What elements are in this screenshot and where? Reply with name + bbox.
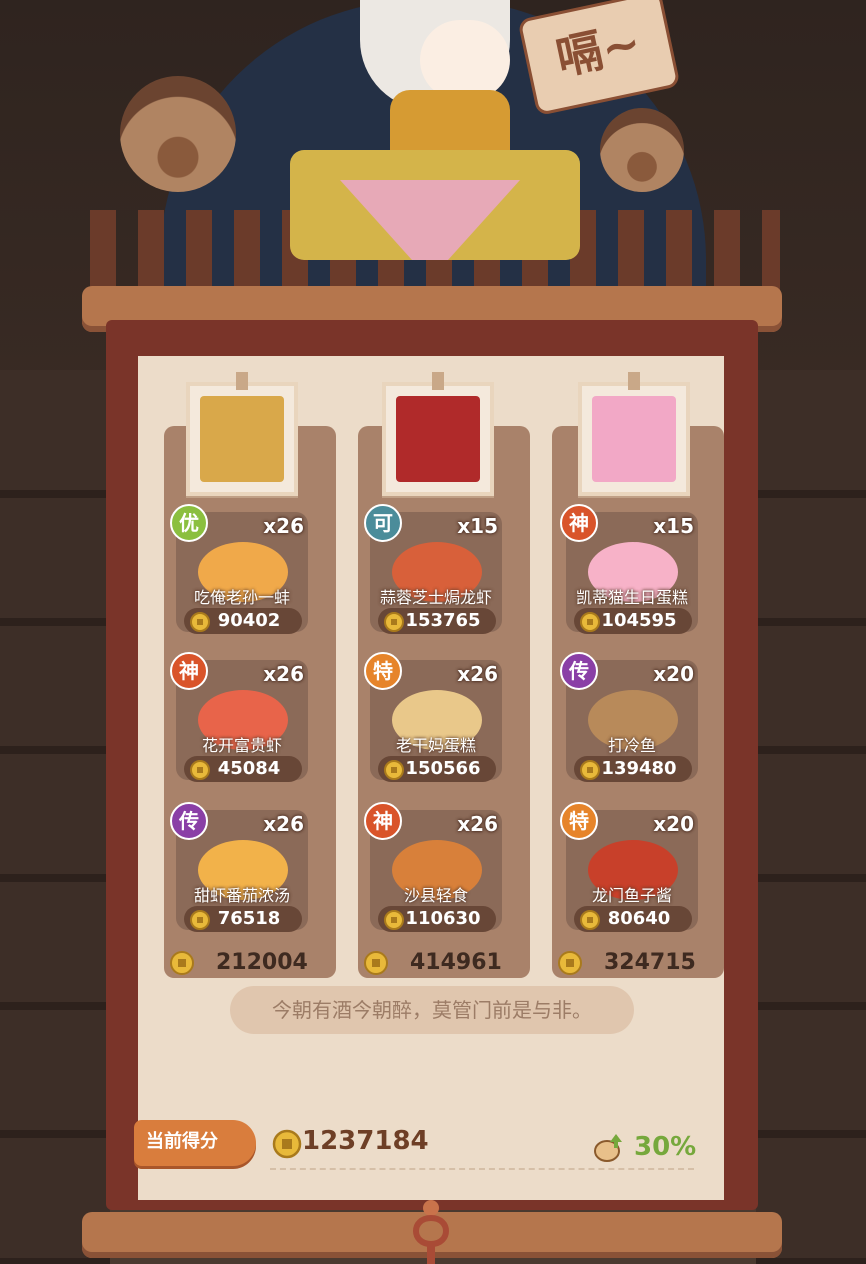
grade-badge: 神 [364,802,402,840]
dish-name: 吃俺老孙一蚌 [193,588,290,607]
dish-value: 110630 [405,908,481,929]
dish-card[interactable]: 特 x20 龙门鱼子酱 80640 [560,802,698,932]
column-total-value: 324715 [604,950,696,975]
portrait-2[interactable] [382,372,494,496]
coin-icon [272,1129,302,1159]
portrait-art [592,396,676,482]
dish-value: 150566 [405,758,481,779]
current-score-value: 1237184 [302,1126,429,1156]
coin-icon [558,951,582,975]
dish-name: 蒜蓉芝士焗龙虾 [379,588,492,607]
dish-name: 老干妈蛋糕 [395,736,476,755]
grade-badge: 神 [560,504,598,542]
dish-count: x15 [653,514,694,538]
portrait-1[interactable] [186,372,298,496]
pin-icon [628,372,640,390]
dish-value: 139480 [601,758,677,779]
dish-count: x26 [457,662,498,686]
dish-card[interactable]: 神 x26 沙县轻食 110630 [364,802,502,932]
dish-name: 打冷鱼 [607,736,656,755]
dish-card[interactable]: 传 x26 甜虾番茄浓汤 76518 [170,802,308,932]
column-total-1: 212004 [164,948,336,978]
dish-name: 甜虾番茄浓汤 [193,886,290,905]
dish-name: 花开富贵虾 [201,736,282,755]
grade-badge: 特 [364,652,402,690]
dish-count: x20 [653,812,694,836]
dish-card[interactable]: 可 x15 蒜蓉芝士焗龙虾 153765 [364,504,502,634]
grade-badge: 优 [170,504,208,542]
coin-icon [364,951,388,975]
dish-name: 凯蒂猫生日蛋糕 [575,588,688,607]
column-total-2: 414961 [358,948,530,978]
dish-card[interactable]: 神 x15 凯蒂猫生日蛋糕 104595 [560,504,698,634]
dish-card[interactable]: 神 x26 花开富贵虾 45084 [170,652,308,782]
wall-left [0,370,110,1264]
hiccup-sign-text: 嗝~ [551,14,646,86]
bonus-percent: 30% [634,1132,697,1162]
coin-icon [170,951,194,975]
current-score-label[interactable]: 当前得分 [134,1120,256,1166]
wall-right [756,370,866,1264]
portrait-art [396,396,480,482]
column-total-3: 324715 [552,948,724,978]
dish-card[interactable]: 特 x26 老干妈蛋糕 150566 [364,652,502,782]
dish-value: 76518 [217,908,281,929]
portrait-art [200,396,284,482]
money-bag-up-icon [594,1134,622,1162]
fan-left-icon [120,76,236,192]
fan-right-icon [600,108,684,192]
dish-name: 龙门鱼子酱 [591,886,672,905]
dish-value: 80640 [607,908,671,929]
grade-badge: 可 [364,504,402,542]
dish-value: 104595 [601,610,677,631]
dish-count: x15 [457,514,498,538]
dish-value: 90402 [217,610,281,631]
grade-badge: 传 [170,802,208,840]
column-total-value: 212004 [216,950,308,975]
portrait-3[interactable] [578,372,690,496]
divider [270,1168,694,1170]
dish-count: x26 [457,812,498,836]
dish-count: x26 [263,514,304,538]
character-face [420,20,510,100]
dish-value: 45084 [217,758,281,779]
dish-card[interactable]: 优 x26 吃俺老孙一蚌 90402 [170,504,308,634]
chinese-knot-icon [413,1200,449,1264]
dish-count: x26 [263,662,304,686]
dish-name: 沙县轻食 [403,886,468,905]
dish-card[interactable]: 传 x20 打冷鱼 139480 [560,652,698,782]
quote-text: 今朝有酒今朝醉，莫管门前是与非。 [272,998,592,1022]
dish-value: 153765 [405,610,481,631]
dish-count: x26 [263,812,304,836]
dish-count: x20 [653,662,694,686]
grade-badge: 特 [560,802,598,840]
column-total-value: 414961 [410,950,502,975]
pin-icon [236,372,248,390]
grade-badge: 传 [560,652,598,690]
pin-icon [432,372,444,390]
grade-badge: 神 [170,652,208,690]
